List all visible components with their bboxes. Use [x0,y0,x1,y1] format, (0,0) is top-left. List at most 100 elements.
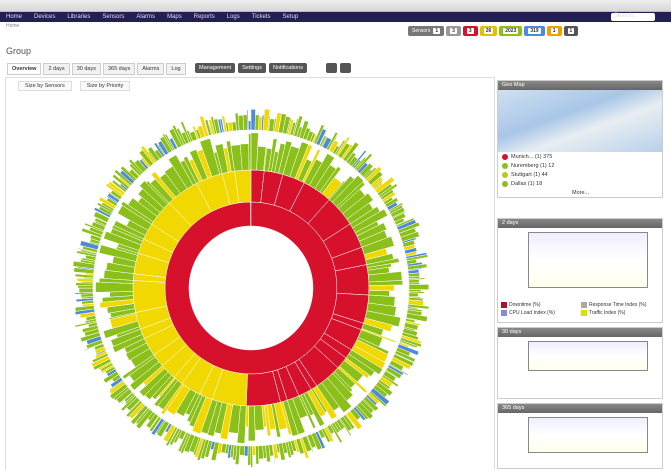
legend-label: CPU Load Index (%) [509,310,555,316]
sunburst-device-segment[interactable] [248,133,252,171]
sunburst-sensor-segment[interactable] [408,284,430,290]
nav-tickets[interactable]: Tickets [252,14,271,20]
nav-reports[interactable]: Reports [194,14,215,20]
legend-item: Response Time Index (%) [581,302,659,308]
page-title: Group [6,46,32,56]
nav-home[interactable]: Home [6,14,22,20]
sunburst-sensor-segment[interactable] [250,445,253,468]
graph-panel-30days: 30 days [497,327,663,399]
location-pin-icon [502,153,508,160]
nav-setup[interactable]: Setup [283,14,299,20]
sunburst-view [5,77,495,470]
location-label: Dallas (1) 18 [511,180,543,187]
geo-map[interactable] [498,90,662,152]
location-pin-icon [502,162,508,169]
badge-count: 3 [450,28,457,34]
status-badge[interactable]: 3 [446,26,461,36]
tab-30-days[interactable]: 30 days [71,63,101,75]
size-options: Size by Sensors Size by Priority [18,81,131,91]
tab-alarms[interactable]: Alarms [137,63,165,75]
graph-panel-2days: 2 days Downtime (%) Response Time Index (… [497,218,663,323]
geo-location[interactable]: Stuttgart (1) 44 [498,170,662,179]
geo-location[interactable]: Dallas (1) 18 [498,179,662,188]
location-label: Munich... (1) 375 [511,153,553,160]
legend-item: CPU Load Index (%) [501,310,579,316]
management-button[interactable]: Management [195,63,236,73]
sunburst-device-segment[interactable] [247,405,256,442]
tab-365-days[interactable]: 365 days [102,63,136,75]
status-badge[interactable]: 2023 [499,26,523,36]
nav-alarms[interactable]: Alarms [136,14,155,20]
geo-location[interactable]: Munich... (1) 375 [498,152,662,161]
graph-panel-365days: 365 days [497,403,663,469]
graph[interactable] [528,417,648,453]
menu-icon[interactable] [339,63,351,73]
panel-title: 2 days [498,219,662,228]
sunburst-chart[interactable] [6,78,494,470]
sunburst-sensor-segment[interactable] [248,120,252,131]
status-badge[interactable]: 3 [462,26,478,36]
sunburst-sensor-segment[interactable] [237,115,244,131]
nav-sensors[interactable]: Sensors [102,14,124,20]
legend-swatch [501,302,507,308]
badge-count: 1 [550,28,558,34]
legend-label: Downtime (%) [509,302,541,308]
legend-label: Traffic Index (%) [589,310,626,316]
panel-title: Geo Map [498,81,662,90]
legend-item: Downtime (%) [501,302,579,308]
tab-2-days[interactable]: 2 days [43,63,70,75]
sunburst-sensor-segment[interactable] [257,445,264,460]
size-by-priority[interactable]: Size by Priority [79,81,131,91]
geo-map-panel: Geo Map Munich... (1) 375 Nuremberg (1) 1… [497,80,663,198]
status-badge[interactable]: 319 [524,26,545,36]
panel-title: 365 days [498,404,662,413]
nav-logs[interactable]: Logs [227,14,240,20]
location-label: Stuttgart (1) 44 [511,171,548,178]
badge-count: 26 [483,28,494,34]
legend-swatch [581,302,587,308]
nav-maps[interactable]: Maps [167,14,182,20]
legend-swatch [581,310,587,316]
size-by-sensors[interactable]: Size by Sensors [18,81,72,91]
status-badge[interactable]: 1 [563,26,579,36]
graph[interactable] [528,341,648,371]
badge-label: Sensors [412,28,431,34]
location-label: Nuremberg (1) 12 [511,162,555,169]
tabs: Overview 2 days 30 days 365 days Alarms Log [7,63,186,75]
panel-title: 30 days [498,328,662,337]
tab-overview[interactable]: Overview [7,63,42,75]
legend-label: Response Time Index (%) [589,302,647,308]
location-pin-icon [502,171,508,178]
location-pin-icon [502,180,508,187]
main-nav: Home Devices Libraries Sensors Alarms Maps Rep… [0,12,671,22]
legend-swatch [501,310,507,316]
toolbar: Management Settings Notifications [195,63,351,73]
nav-devices[interactable]: Devices [34,14,55,20]
nav-libraries[interactable]: Libraries [67,14,90,20]
badge-count: 2023 [503,28,519,34]
tab-log[interactable]: Log [166,63,186,75]
search-input[interactable]: Search... [611,13,655,21]
sunburst-sensor-segment[interactable] [242,114,248,131]
settings-button[interactable]: Settings [238,63,266,73]
badge-count: 1 [433,28,441,34]
breadcrumb[interactable]: Home [6,23,19,29]
sunburst-sensor-segment[interactable] [255,445,260,465]
status-badge[interactable]: 26 [479,26,498,36]
browser-chrome [0,0,671,12]
sunburst-device-segment[interactable] [95,281,134,293]
legend-item: Traffic Index (%) [581,310,659,316]
sunburst-sensor-segment[interactable] [252,445,256,456]
notifications-button[interactable]: Notifications [268,63,307,73]
status-badges: Sensors 1 3 3 26 2023 319 1 1 [408,26,579,36]
badge-count: 319 [528,28,541,34]
pause-icon[interactable] [325,63,337,73]
status-badge[interactable]: 1 [546,26,562,36]
sunburst-device-segment[interactable] [368,284,395,292]
geo-location[interactable]: Nuremberg (1) 12 [498,161,662,170]
more-link[interactable]: More... [572,190,589,196]
graph[interactable] [528,232,648,288]
sunburst-sensor-segment[interactable] [78,287,94,294]
sunburst-root-segment[interactable] [164,201,338,375]
status-badge[interactable]: Sensors 1 [408,26,445,36]
